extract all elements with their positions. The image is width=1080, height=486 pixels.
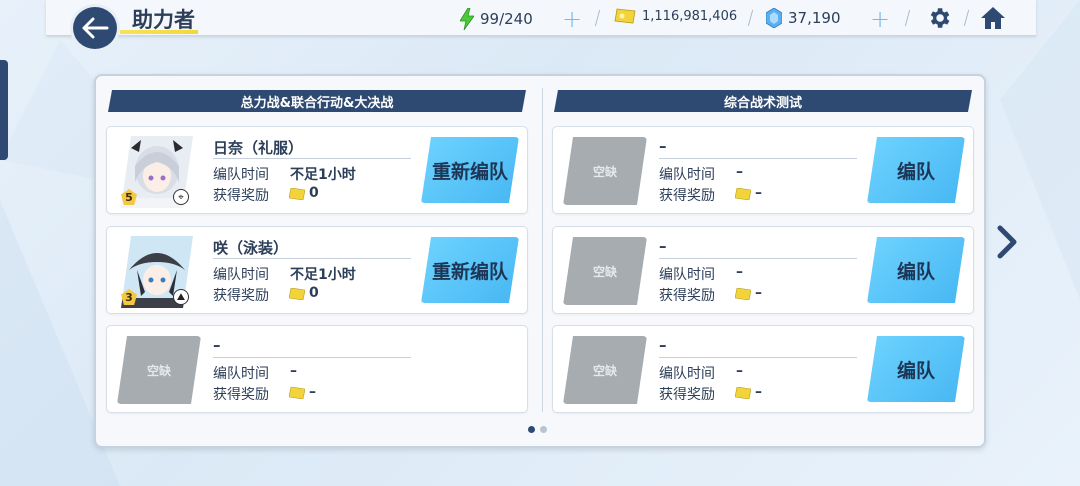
name-underline [659, 357, 857, 358]
time-label: 编队时间 [213, 167, 269, 183]
formation-button[interactable]: 编队 [867, 336, 965, 402]
time-label: 编队时间 [213, 267, 269, 283]
reward-value: 0 [309, 185, 319, 201]
reward-value: – [755, 185, 762, 201]
empty-slot[interactable]: 空缺 [117, 336, 201, 404]
empty-slot[interactable]: 空缺 [563, 237, 647, 305]
time-value: – [736, 363, 743, 379]
page-dot[interactable] [540, 426, 547, 433]
column-divider [542, 88, 543, 412]
credit-ticket-icon [289, 387, 305, 399]
character-name: – [659, 336, 667, 354]
reformation-button[interactable]: 重新编队 [421, 237, 519, 303]
credit-ticket-icon [289, 188, 305, 200]
formation-button[interactable]: 编队 [867, 137, 965, 203]
title-underline [120, 30, 198, 34]
reward-label: 获得奖励 [213, 288, 269, 304]
support-panel: 总力战&联合行动&大决战 综合战术测试 5 ⌖ 日奈（礼服） 编队时间 不足1小… [94, 74, 986, 448]
credit-ticket-icon [614, 8, 636, 24]
name-underline [213, 158, 411, 159]
support-card: 空缺 – 编队时间 – 获得奖励 – 编队 [552, 226, 974, 314]
name-underline [659, 158, 857, 159]
reward-label: 获得奖励 [659, 387, 715, 403]
page-dot-active[interactable] [528, 426, 535, 433]
role-target-icon: ⌖ [173, 189, 189, 205]
home-button[interactable] [978, 4, 1008, 32]
pyroxene-gem-icon [766, 8, 782, 28]
time-value: 不足1小时 [290, 267, 356, 283]
gems-display: 37,190 [766, 8, 841, 28]
left-side-tab[interactable] [0, 60, 8, 160]
name-underline [659, 258, 857, 259]
reward-label: 获得奖励 [659, 188, 715, 204]
character-name: – [213, 336, 221, 354]
gems-value: 37,190 [788, 9, 841, 27]
credits-display: 1,116,981,406 [614, 8, 737, 24]
lightning-icon [460, 8, 474, 30]
formation-button[interactable]: 编队 [867, 237, 965, 303]
add-gems-button[interactable]: + [870, 5, 890, 33]
support-card: 5 ⌖ 日奈（礼服） 编队时间 不足1小时 获得奖励 0 重新编队 [106, 126, 528, 214]
reward-label: 获得奖励 [659, 288, 715, 304]
back-button[interactable] [70, 4, 120, 52]
ap-value: 99/240 [480, 10, 533, 28]
support-card: 空缺 – 编队时间 – 获得奖励 – 编队 [552, 126, 974, 214]
character-name: – [659, 237, 667, 255]
left-section-title: 总力战&联合行动&大决战 [240, 95, 394, 111]
credit-ticket-icon [735, 387, 751, 399]
time-label: 编队时间 [659, 267, 715, 283]
empty-slot[interactable]: 空缺 [563, 336, 647, 404]
support-card: 空缺 – 编队时间 – 获得奖励 – [106, 325, 528, 413]
reward-value: 0 [309, 285, 319, 301]
add-ap-button[interactable]: + [562, 5, 582, 33]
role-support-icon: ⛰ [173, 289, 189, 305]
support-card: 空缺 – 编队时间 – 获得奖励 – 编队 [552, 325, 974, 413]
reformation-button[interactable]: 重新编队 [421, 137, 519, 203]
settings-button[interactable] [924, 4, 954, 32]
left-section-header: 总力战&联合行动&大决战 [108, 90, 526, 112]
time-value: – [736, 164, 743, 180]
reward-label: 获得奖励 [213, 188, 269, 204]
gear-icon [930, 8, 950, 28]
credit-ticket-icon [289, 288, 305, 300]
character-name: – [659, 137, 667, 155]
ap-display: 99/240 [460, 8, 533, 30]
reward-label: 获得奖励 [213, 387, 269, 403]
credits-value: 1,116,981,406 [642, 8, 738, 24]
time-value: – [736, 264, 743, 280]
support-card: 3 ⛰ 咲（泳装） 编队时间 不足1小时 获得奖励 0 重新编队 [106, 226, 528, 314]
character-name: 日奈（礼服） [213, 139, 304, 157]
reward-value: – [755, 285, 762, 301]
time-label: 编队时间 [213, 366, 269, 382]
time-label: 编队时间 [659, 167, 715, 183]
name-underline [213, 357, 411, 358]
empty-slot[interactable]: 空缺 [563, 137, 647, 205]
time-value: – [290, 363, 297, 379]
right-section-title: 综合战术测试 [723, 95, 802, 111]
next-page-arrow-icon[interactable] [992, 222, 1022, 262]
right-section-header: 综合战术测试 [554, 90, 972, 112]
time-value: 不足1小时 [290, 167, 356, 183]
reward-value: – [755, 384, 762, 400]
character-name: 咲（泳装） [213, 239, 289, 257]
credit-ticket-icon [735, 188, 751, 200]
page-indicator [528, 426, 547, 433]
credit-ticket-icon [735, 288, 751, 300]
back-arrow-icon [82, 17, 109, 39]
name-underline [213, 258, 411, 259]
home-icon [981, 7, 1005, 29]
time-label: 编队时间 [659, 366, 715, 382]
reward-value: – [309, 384, 316, 400]
